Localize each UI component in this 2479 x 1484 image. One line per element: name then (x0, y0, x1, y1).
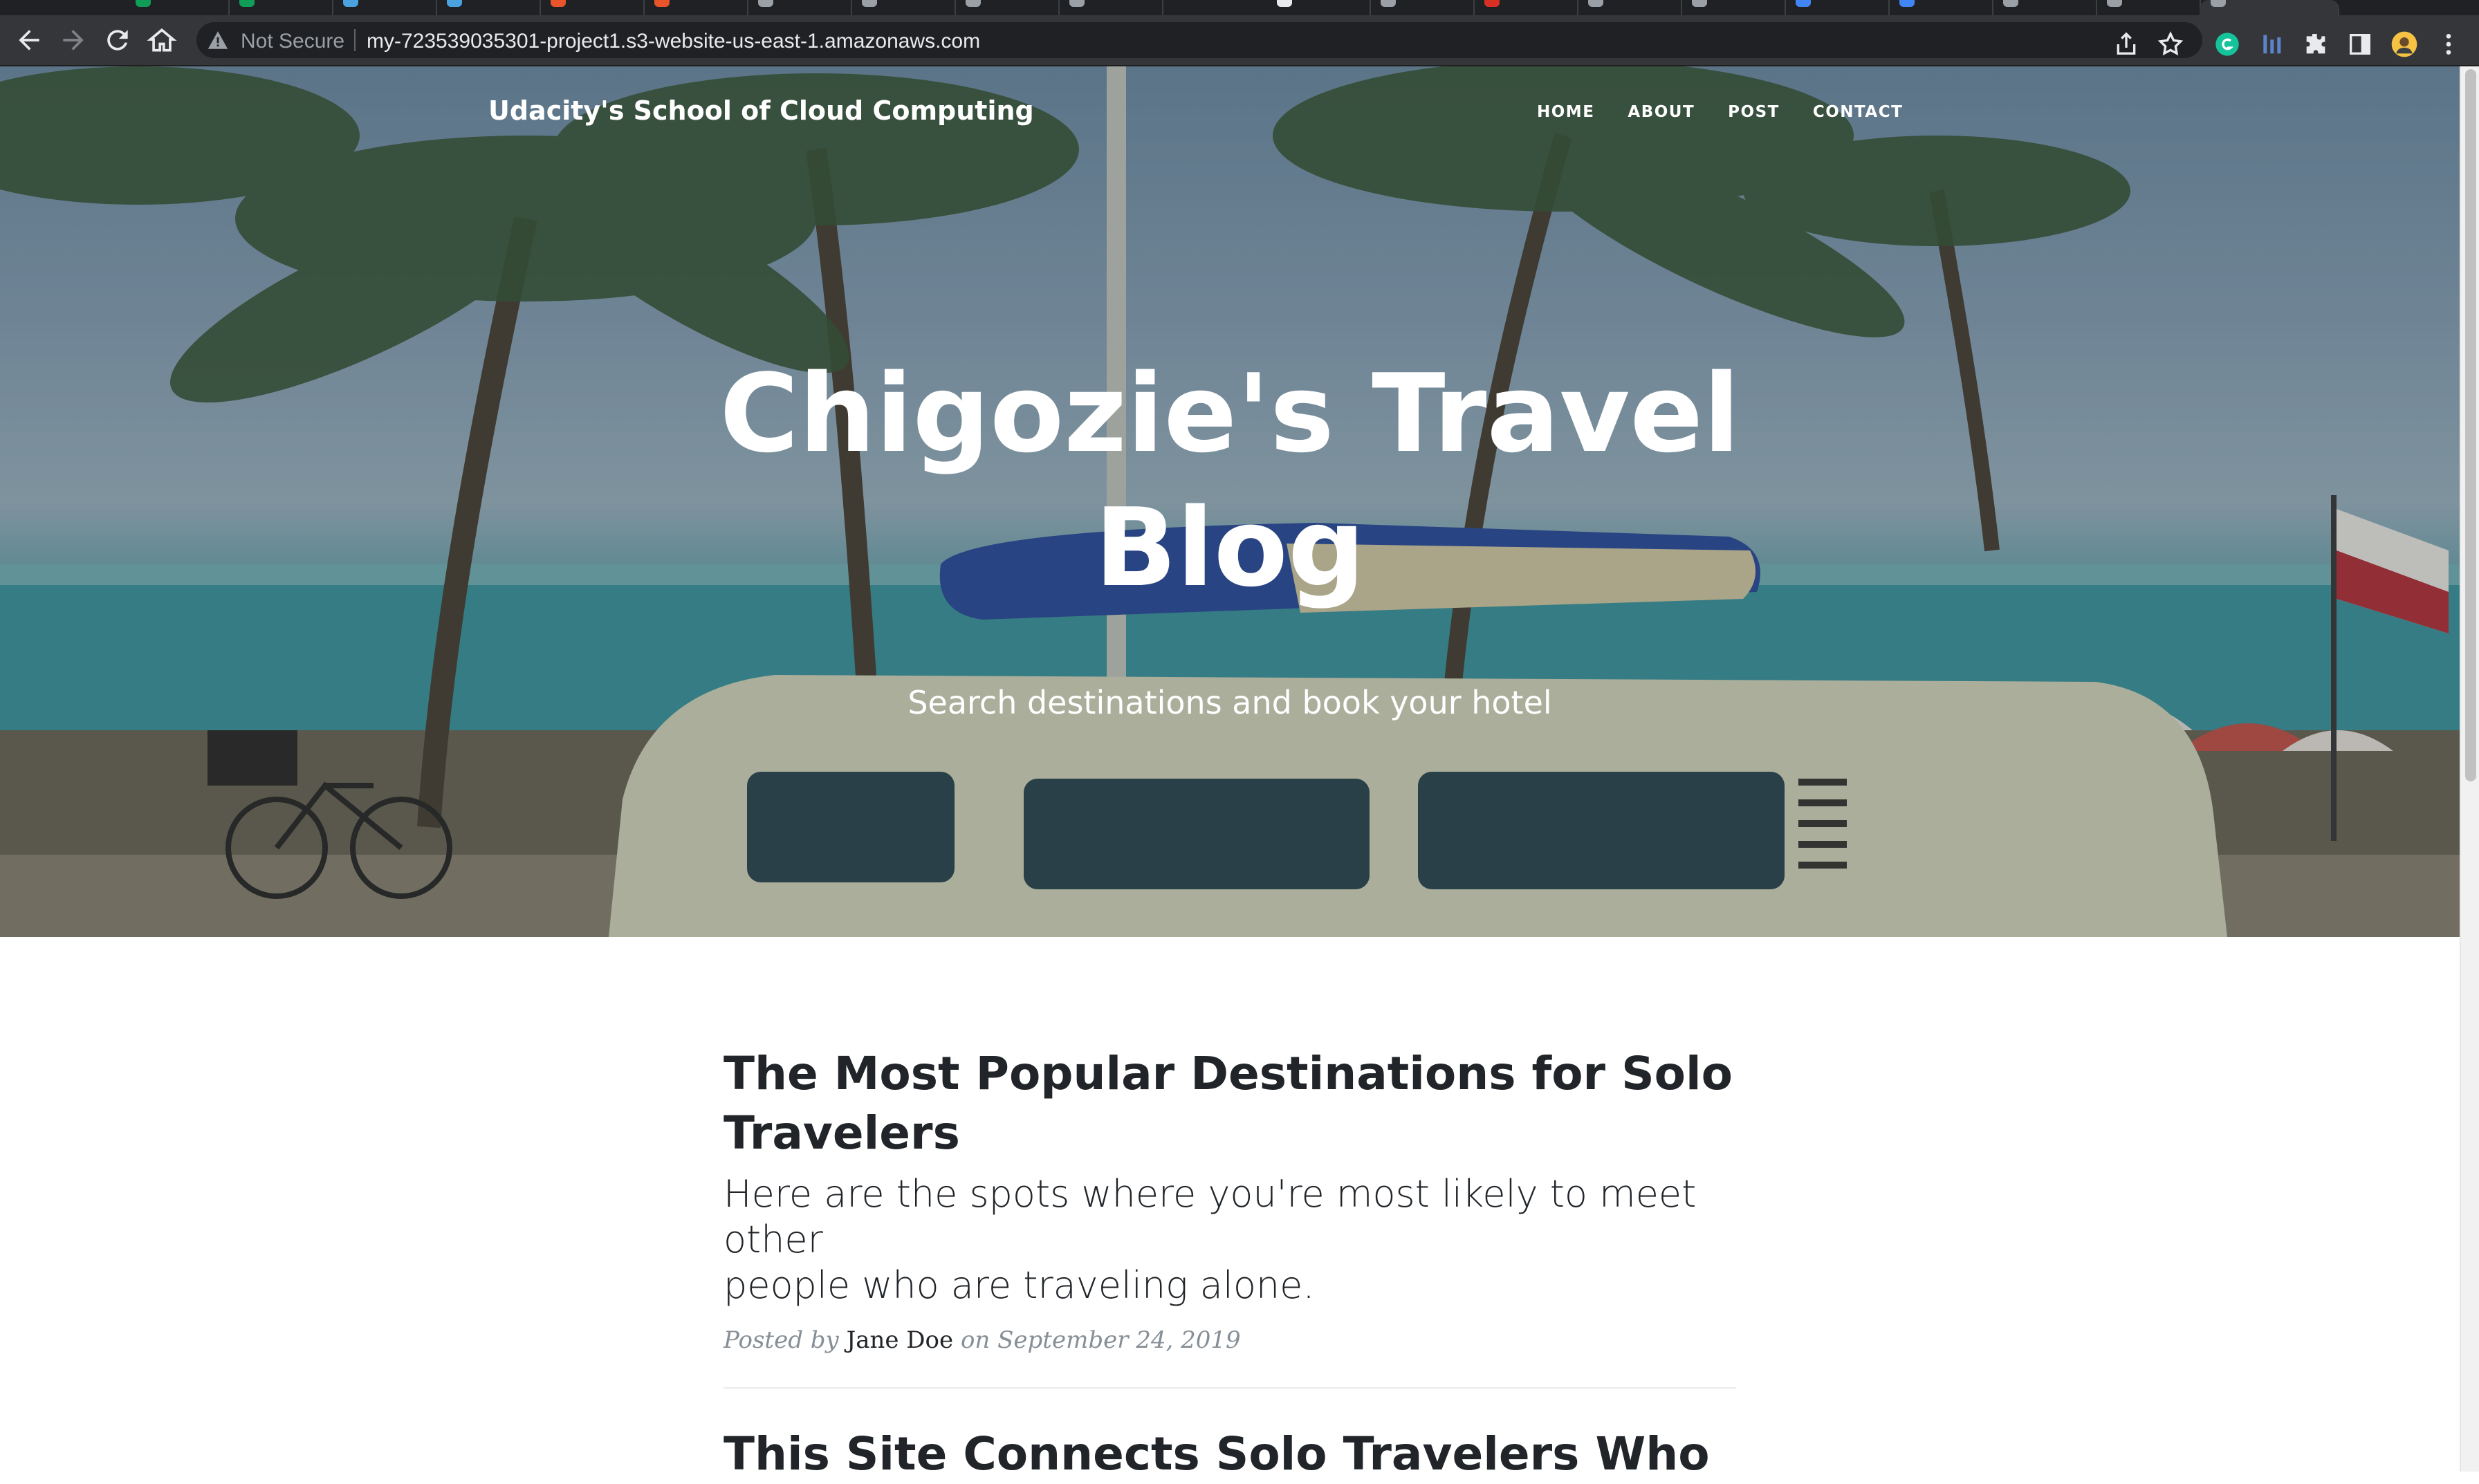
browser-tab[interactable] (332, 0, 437, 15)
forward-button[interactable] (58, 25, 89, 55)
browser-tab[interactable] (1577, 0, 1682, 15)
page-scrollbar[interactable] (2460, 66, 2479, 1472)
address-bar[interactable]: Not Secure my-723539035301-project1.s3-w… (196, 22, 2202, 58)
post-preview: This Site Connects Solo Travelers Who (724, 1425, 1736, 1484)
browser-tab[interactable] (955, 0, 1060, 15)
hero-subtitle: Search destinations and book your hotel (907, 684, 1552, 721)
reload-button[interactable] (102, 25, 133, 55)
browser-tab[interactable] (1992, 0, 2097, 15)
post-author-link[interactable]: Jane Doe (847, 1326, 954, 1354)
tab-strip (0, 0, 2479, 15)
browser-tab[interactable] (125, 0, 230, 15)
post-title-link[interactable]: This Site Connects Solo Travelers Who (724, 1425, 1736, 1484)
bookmark-star-icon[interactable] (2157, 30, 2184, 58)
browser-tab[interactable] (643, 0, 748, 15)
post-list: The Most Popular Destinations for Solo T… (724, 1044, 1736, 1484)
hero-title-line1: Chigozie's Travel (719, 351, 1740, 476)
hero-header: Udacity's School of Cloud Computing HOME… (0, 66, 2460, 937)
browser-tab[interactable] (1785, 0, 1890, 15)
url-text[interactable]: my-723539035301-project1.s3-website-us-e… (367, 30, 980, 53)
home-button[interactable] (147, 25, 177, 55)
more-menu-icon[interactable] (2435, 30, 2462, 58)
post-divider (724, 1387, 1736, 1389)
nav-about[interactable]: ABOUT (1628, 103, 1695, 121)
nav-home[interactable]: HOME (1537, 103, 1594, 121)
site-brand[interactable]: Udacity's School of Cloud Computing (488, 95, 1034, 126)
back-button[interactable] (14, 25, 44, 55)
browser-tab[interactable] (1888, 0, 1993, 15)
browser-tab[interactable] (1266, 0, 1371, 15)
security-label[interactable]: Not Secure (241, 30, 344, 53)
browser-toolbar: Not Secure my-723539035301-project1.s3-w… (0, 15, 2479, 66)
post-meta-prefix: Posted by (724, 1326, 839, 1354)
back-arrow-icon (19, 30, 39, 50)
browser-tab[interactable] (540, 0, 645, 15)
hero-title: Chigozie's Travel Blog (0, 346, 2460, 615)
browser-tab-active[interactable] (2200, 0, 2339, 15)
home-icon (147, 28, 177, 52)
post-meta-date: on September 24, 2019 (960, 1326, 1241, 1354)
browser-tab[interactable] (1473, 0, 1578, 15)
nav-contact[interactable]: CONTACT (1813, 103, 1903, 121)
address-separator (354, 29, 356, 51)
hero-title-line2: Blog (1094, 485, 1365, 611)
post-title-link[interactable]: The Most Popular Destinations for Solo T… (724, 1044, 1736, 1163)
browser-tab[interactable] (851, 0, 956, 15)
post-title-line1[interactable]: The Most Popular Destinations for Solo (724, 1044, 1736, 1104)
profile-avatar-icon[interactable] (2390, 30, 2418, 58)
puzzle-extensions-icon[interactable] (2302, 30, 2330, 58)
browser-tab[interactable] (747, 0, 852, 15)
scrollbar-thumb[interactable] (2465, 69, 2476, 781)
main-nav: HOME ABOUT POST CONTACT (1537, 103, 1936, 121)
post-subtitle-line1[interactable]: Here are the spots where you're most lik… (724, 1171, 1736, 1263)
share-icon[interactable] (2112, 30, 2140, 58)
extension-bars-icon[interactable] (2258, 30, 2285, 58)
post-title-line1[interactable]: This Site Connects Solo Travelers Who (724, 1425, 1736, 1484)
reload-icon (107, 30, 128, 50)
post-subtitle-line2[interactable]: people who are traveling alone. (724, 1263, 1736, 1308)
browser-tab[interactable] (2096, 0, 2201, 15)
post-title-line2[interactable]: Travelers (724, 1104, 1736, 1163)
browser-tab[interactable] (1058, 0, 1163, 15)
browser-tab[interactable] (228, 0, 333, 15)
browser-tab[interactable] (436, 0, 541, 15)
grammarly-extension-icon[interactable] (2213, 30, 2241, 58)
side-panel-icon[interactable] (2346, 30, 2374, 58)
browser-tab[interactable] (1370, 0, 1475, 15)
browser-tab[interactable] (1681, 0, 1786, 15)
nav-post[interactable]: POST (1728, 103, 1780, 121)
warning-icon (208, 31, 228, 49)
post-preview: The Most Popular Destinations for Solo T… (724, 1044, 1736, 1354)
forward-arrow-icon (63, 30, 84, 50)
post-subtitle[interactable]: Here are the spots where you're most lik… (724, 1171, 1736, 1308)
post-meta: Posted by Jane Doe on September 24, 2019 (724, 1326, 1736, 1354)
